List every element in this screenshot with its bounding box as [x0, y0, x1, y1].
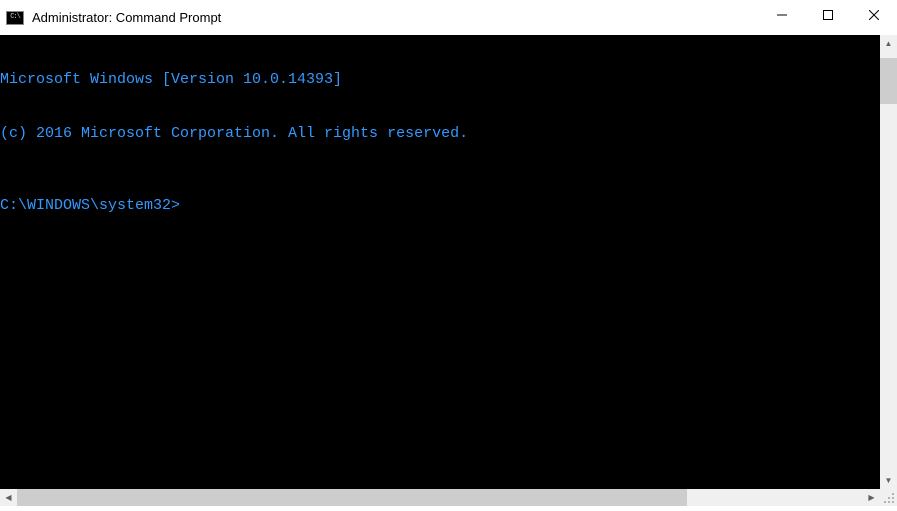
- window-title: Administrator: Command Prompt: [32, 10, 221, 25]
- maximize-button[interactable]: [805, 0, 851, 30]
- chevron-down-icon: ▼: [885, 477, 893, 485]
- chevron-right-icon: ▶: [868, 494, 874, 502]
- terminal-prompt-line: C:\WINDOWS\system32>: [0, 197, 880, 215]
- vertical-scroll-thumb[interactable]: [880, 58, 897, 104]
- minimize-button[interactable]: [759, 0, 805, 30]
- terminal-prompt: C:\WINDOWS\system32>: [0, 197, 180, 214]
- horizontal-scroll-track[interactable]: [17, 489, 863, 506]
- scroll-right-button[interactable]: ▶: [863, 489, 880, 506]
- scroll-down-button[interactable]: ▼: [880, 472, 897, 489]
- titlebar[interactable]: C:\ Administrator: Command Prompt: [0, 0, 897, 35]
- cmd-icon: C:\: [6, 11, 24, 25]
- horizontal-scrollbar[interactable]: ◀ ▶: [0, 489, 880, 506]
- scroll-left-button[interactable]: ◀: [0, 489, 17, 506]
- vertical-scrollbar[interactable]: ▲ ▼: [880, 35, 897, 489]
- chevron-left-icon: ◀: [5, 494, 11, 502]
- vertical-scroll-track[interactable]: [880, 52, 897, 472]
- chevron-up-icon: ▲: [885, 40, 893, 48]
- horizontal-scroll-thumb[interactable]: [17, 489, 687, 506]
- terminal-line: (c) 2016 Microsoft Corporation. All righ…: [0, 125, 880, 143]
- resize-grip[interactable]: [880, 489, 897, 506]
- scroll-up-button[interactable]: ▲: [880, 35, 897, 52]
- terminal-output[interactable]: Microsoft Windows [Version 10.0.14393] (…: [0, 35, 880, 489]
- cursor-icon: [180, 198, 189, 214]
- close-button[interactable]: [851, 0, 897, 30]
- terminal-line: Microsoft Windows [Version 10.0.14393]: [0, 71, 880, 89]
- resize-grip-icon: [880, 489, 897, 506]
